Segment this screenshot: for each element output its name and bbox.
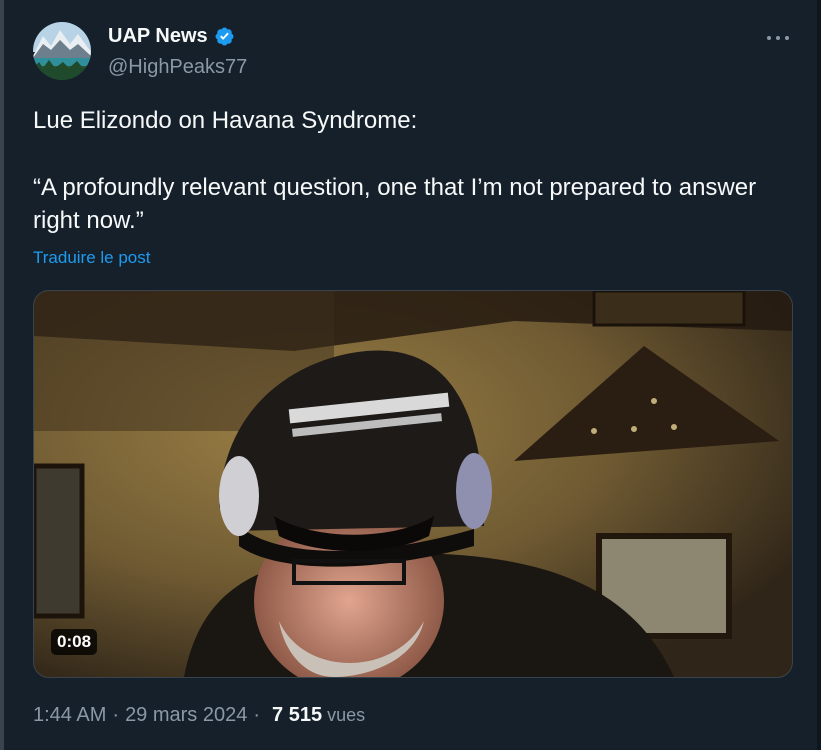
views-count[interactable]: 7 515 [272, 704, 322, 727]
post-text: Lue Elizondo on Havana Syndrome: “A prof… [33, 104, 773, 237]
author-avatar[interactable] [33, 22, 91, 80]
more-options-button[interactable] [762, 24, 794, 52]
meta-separator: · [253, 704, 261, 726]
video-player[interactable]: 0:08 [33, 290, 793, 678]
post-line-gap [33, 137, 773, 171]
meta-separator: · [112, 704, 120, 726]
post-article: UAP News @HighPeaks77 Lue Elizondo on Ha… [4, 0, 817, 750]
translate-post-link[interactable]: Traduire le post [33, 248, 150, 268]
author-display-name[interactable]: UAP News [108, 25, 208, 48]
video-duration-badge: 0:08 [51, 629, 98, 655]
post-line-1: Lue Elizondo on Havana Syndrome: [33, 107, 418, 134]
post-time[interactable]: 1:44 AM [33, 704, 106, 727]
author-name-row[interactable]: UAP News [108, 25, 235, 48]
more-dot [776, 36, 780, 40]
more-horizontal-icon [767, 36, 771, 40]
more-dot [785, 36, 789, 40]
video-frame [34, 291, 792, 677]
post-metadata: 1:44 AM · 29 mars 2024 · 7 515 vues [33, 704, 365, 727]
window-right-edge [817, 0, 821, 750]
views-label: vues [327, 705, 366, 725]
post-date[interactable]: 29 mars 2024 [125, 704, 247, 727]
post-line-2: “A profoundly relevant question, one tha… [33, 174, 757, 234]
author-handle[interactable]: @HighPeaks77 [108, 56, 247, 79]
mountain-lake-avatar-icon [33, 22, 91, 80]
verified-badge-icon [215, 27, 234, 46]
